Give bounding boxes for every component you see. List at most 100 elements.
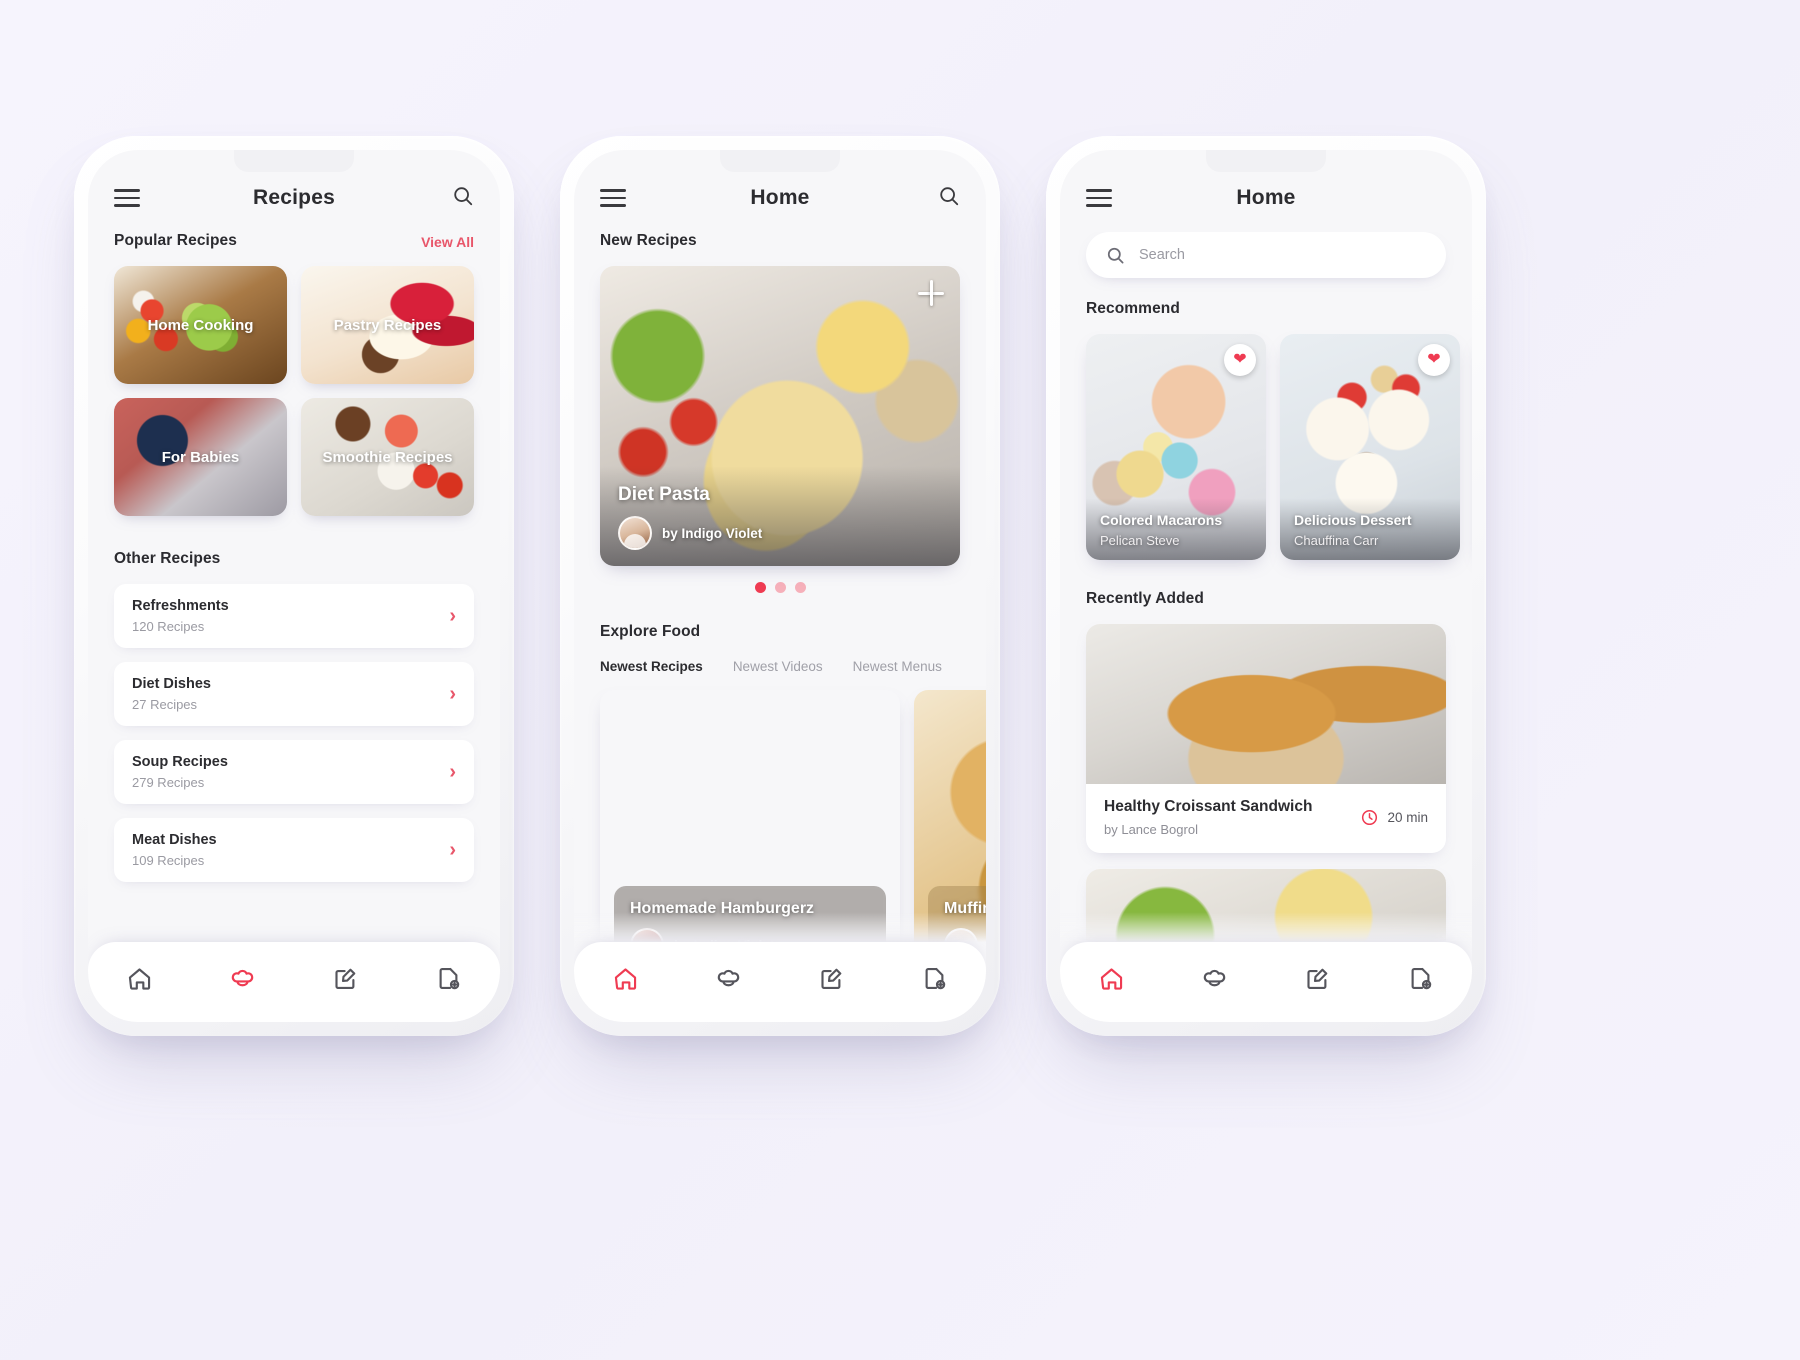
recommend-author: Pelican Steve — [1100, 533, 1180, 548]
list-item-name: Refreshments — [132, 598, 229, 614]
recommend-card[interactable]: ❤ Delicious Dessert Chauffina Carr — [1280, 334, 1460, 560]
recommend-author: Chauffina Carr — [1294, 533, 1379, 548]
new-recipes-header: New Recipes — [574, 232, 986, 250]
section-title-explore: Explore Food — [600, 623, 701, 640]
list-item-name: Meat Dishes — [132, 832, 217, 848]
bottom-nav-home-search — [1060, 942, 1472, 1022]
hamburger-menu-icon[interactable] — [114, 189, 140, 207]
chevron-right-icon[interactable]: › — [449, 840, 456, 860]
hero-byline: by Indigo Violet — [618, 516, 942, 550]
recently-added-photo — [1086, 869, 1446, 942]
screenshot-canvas: Recipes Popular Recipes View All Home Co… — [0, 0, 1800, 1360]
bottom-nav-recipes — [88, 942, 500, 1022]
other-recipes-header: Other Recipes — [88, 550, 500, 568]
category-label: For Babies — [161, 448, 240, 466]
carousel-dot-active[interactable] — [754, 582, 766, 593]
bottom-nav-home — [574, 942, 986, 1022]
hero-recipe-card[interactable]: Diet Pasta by Indigo Violet — [600, 266, 960, 566]
explore-tabs: Newest Recipes Newest Videos Newest Menu… — [574, 659, 986, 674]
explore-card-row[interactable]: Homemade Hamburgerz by Indigo Violet Muf… — [574, 690, 986, 942]
recently-added-card[interactable] — [1086, 869, 1446, 942]
section-title-other: Other Recipes — [114, 550, 221, 567]
chevron-right-icon[interactable]: › — [449, 606, 456, 626]
recently-added-title: Healthy Croissant Sandwich — [1104, 798, 1313, 815]
list-item-count: 279 Recipes — [132, 775, 205, 790]
list-item-name: Diet Dishes — [132, 676, 211, 692]
list-item[interactable]: Refreshments 120 Recipes › — [114, 584, 474, 648]
list-item[interactable]: Meat Dishes 109 Recipes › — [114, 818, 474, 882]
scroll-body-home-search[interactable]: Search Recommend ❤ Colored Macarons Peli… — [1060, 232, 1472, 942]
recommend-card[interactable]: ❤ Colored Macarons Pelican Steve — [1086, 334, 1266, 560]
nav-add-document-icon[interactable] — [422, 956, 476, 1000]
nav-edit-note-icon[interactable] — [1291, 956, 1345, 1000]
list-item[interactable]: Soup Recipes 279 Recipes › — [114, 740, 474, 804]
phone-notch — [720, 150, 840, 172]
explore-food-header: Explore Food — [574, 623, 986, 641]
category-label: Home Cooking — [147, 316, 254, 334]
search-input[interactable]: Search — [1086, 232, 1446, 278]
recommend-title: Colored Macarons — [1100, 512, 1223, 528]
hamburger-menu-icon[interactable] — [1086, 189, 1112, 207]
explore-card-title: Homemade Hamburgerz — [630, 900, 815, 917]
tab-newest-recipes[interactable]: Newest Recipes — [600, 659, 703, 674]
carousel-dot[interactable] — [794, 582, 806, 593]
plus-icon[interactable] — [918, 280, 944, 306]
chevron-right-icon[interactable]: › — [449, 762, 456, 782]
view-all-link[interactable]: View All — [421, 234, 474, 250]
explore-card[interactable]: Homemade Hamburgerz by Indigo Violet — [600, 690, 900, 942]
category-label: Pastry Recipes — [333, 316, 442, 334]
tab-newest-videos[interactable]: Newest Videos — [733, 659, 823, 674]
nav-chef-hat-icon[interactable] — [702, 956, 756, 1000]
list-item-count: 109 Recipes — [132, 853, 205, 868]
recommend-title: Delicious Dessert — [1294, 512, 1412, 528]
nav-edit-note-icon[interactable] — [805, 956, 859, 1000]
section-title-recently-added: Recently Added — [1086, 590, 1204, 607]
page-title: Recipes — [253, 186, 335, 209]
phone-mockup-home-search: Home Search Recommend ❤ Colored Macarons — [1046, 136, 1486, 1036]
nav-edit-note-icon[interactable] — [319, 956, 373, 1000]
section-title-popular: Popular Recipes — [114, 232, 237, 249]
hamburger-menu-icon[interactable] — [600, 189, 626, 207]
search-icon[interactable] — [452, 185, 474, 212]
avatar — [630, 928, 664, 942]
nav-chef-hat-icon[interactable] — [216, 956, 270, 1000]
avatar — [944, 928, 978, 942]
nav-home-icon[interactable] — [599, 956, 653, 1000]
favorite-heart-icon[interactable]: ❤ — [1224, 344, 1256, 376]
search-icon[interactable] — [938, 185, 960, 212]
screen-home-feed: Home New Recipes Diet Pasta by Indigo Vi… — [574, 150, 986, 1022]
nav-add-document-icon[interactable] — [1394, 956, 1448, 1000]
recommend-card-row[interactable]: ❤ Colored Macarons Pelican Steve ❤ Delic… — [1060, 334, 1472, 560]
tab-newest-menus[interactable]: Newest Menus — [853, 659, 942, 674]
screen-recipes: Recipes Popular Recipes View All Home Co… — [88, 150, 500, 1022]
recommend-header: Recommend — [1060, 300, 1472, 318]
explore-card[interactable]: Muffin Cake by Indigo Violet — [914, 690, 986, 942]
page-title: Home — [750, 186, 810, 209]
carousel-dot[interactable] — [774, 582, 786, 593]
section-title-recommend: Recommend — [1086, 300, 1180, 317]
popular-recipes-grid: Home Cooking Pastry Recipes For Babies S… — [88, 266, 500, 516]
category-label: Smoothie Recipes — [322, 448, 453, 466]
scroll-body-home[interactable]: New Recipes Diet Pasta by Indigo Violet — [574, 232, 986, 942]
category-card[interactable]: Home Cooking — [114, 266, 287, 384]
chevron-right-icon[interactable]: › — [449, 684, 456, 704]
search-icon — [1107, 247, 1124, 263]
search-placeholder: Search — [1139, 247, 1185, 263]
carousel-dots — [574, 582, 986, 593]
category-card[interactable]: Pastry Recipes — [301, 266, 474, 384]
section-title-new-recipes: New Recipes — [600, 232, 697, 249]
cook-time: 20 min — [1360, 808, 1428, 827]
nav-home-icon[interactable] — [1085, 956, 1139, 1000]
nav-add-document-icon[interactable] — [908, 956, 962, 1000]
nav-chef-hat-icon[interactable] — [1188, 956, 1242, 1000]
category-card[interactable]: Smoothie Recipes — [301, 398, 474, 516]
recently-added-photo — [1086, 624, 1446, 784]
scroll-body-recipes[interactable]: Popular Recipes View All Home Cooking Pa… — [88, 232, 500, 942]
recently-added-card[interactable]: Healthy Croissant Sandwich by Lance Bogr… — [1086, 624, 1446, 853]
list-item[interactable]: Diet Dishes 27 Recipes › — [114, 662, 474, 726]
other-recipes-list: Refreshments 120 Recipes › Diet Dishes 2… — [88, 584, 500, 882]
explore-card-title: Muffin Cake — [944, 900, 986, 917]
nav-home-icon[interactable] — [113, 956, 167, 1000]
favorite-heart-icon[interactable]: ❤ — [1418, 344, 1450, 376]
category-card[interactable]: For Babies — [114, 398, 287, 516]
